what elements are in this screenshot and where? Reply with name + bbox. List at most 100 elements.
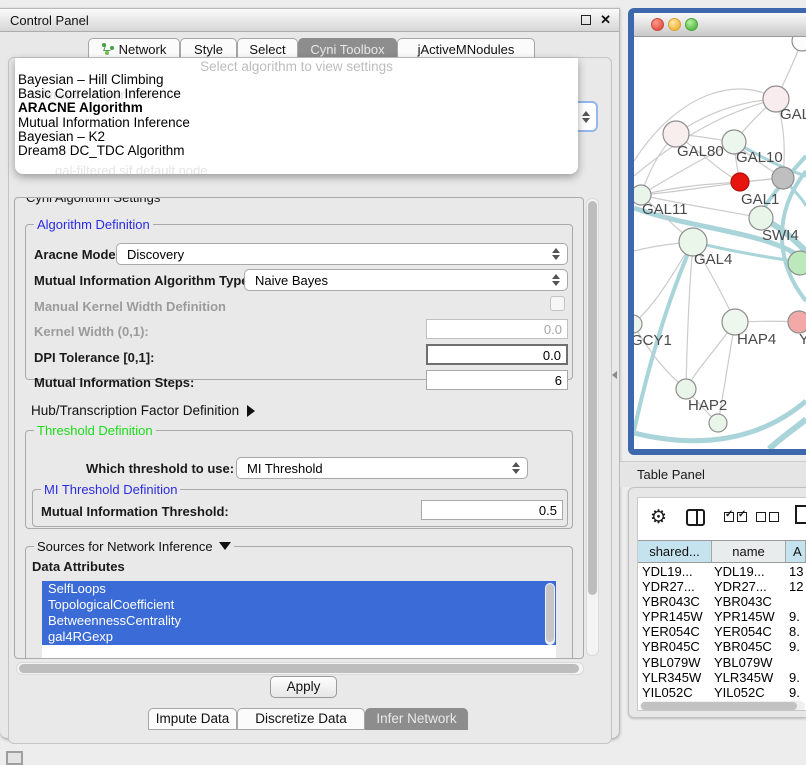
mi-algorithm-type-combo[interactable]: Naive Bayes	[244, 269, 568, 291]
select-all-checkbox-icon-2[interactable]	[737, 512, 747, 522]
cell[interactable]: 12	[786, 579, 806, 594]
which-threshold-combo[interactable]: MI Threshold	[236, 457, 528, 479]
tab-discretize-data-label: Discretize Data	[255, 711, 347, 726]
mi-steps-field[interactable]: 6	[426, 370, 568, 390]
cell[interactable]: YPR145W	[638, 609, 712, 624]
cell[interactable]: YLR345W	[638, 670, 712, 685]
algo-item-aracne[interactable]: ARACNE Algorithm	[18, 101, 574, 115]
close-window-icon[interactable]	[651, 18, 664, 31]
settings-vertical-scrollbar-thumb[interactable]	[588, 201, 597, 595]
table-row[interactable]: YER054CYER054C8.	[638, 624, 806, 639]
tab-infer-network[interactable]: Infer Network	[365, 708, 468, 730]
tab-style[interactable]: Style	[180, 38, 237, 59]
cell[interactable]: YBL079W	[712, 655, 786, 670]
table-panel: ⚙ shared... name A YDL19...YDL19...13 YD…	[628, 487, 806, 718]
deselect-all-checkbox-icon-2[interactable]	[769, 512, 779, 522]
tab-cyni-toolbox[interactable]: Cyni Toolbox	[298, 38, 397, 59]
select-all-checkbox-icon[interactable]	[724, 512, 734, 522]
dpi-tolerance-field[interactable]: 0.0	[426, 344, 568, 365]
column-header-name[interactable]: name	[712, 541, 786, 562]
algo-item-mutual-information[interactable]: Mutual Information Inference	[18, 116, 574, 130]
cell[interactable]: YER054C	[712, 624, 786, 639]
close-icon[interactable]: ✕	[600, 12, 611, 28]
tab-network[interactable]: Network	[88, 38, 180, 59]
attr-item-betweennesscentrality[interactable]: BetweennessCentrality	[42, 613, 556, 629]
kernel-width-field[interactable]: 0.0	[426, 319, 568, 339]
settings-horizontal-scrollbar-thumb[interactable]	[19, 664, 579, 673]
cell[interactable]: YBL079W	[638, 655, 712, 670]
cell[interactable]: YIL052C	[638, 685, 712, 700]
cell[interactable]: YDL19...	[712, 564, 786, 579]
screen: Control Panel ✕ Network Style Select Cyn…	[0, 0, 806, 762]
settings-horizontal-scrollbar[interactable]	[16, 662, 584, 675]
splitter-collapse-icon[interactable]	[612, 371, 617, 379]
apply-button[interactable]: Apply	[270, 676, 337, 698]
cell[interactable]: YPR145W	[712, 609, 786, 624]
tab-discretize-data[interactable]: Discretize Data	[237, 708, 365, 730]
minimized-panel-icon[interactable]	[6, 751, 23, 765]
cell[interactable]: YBR045C	[712, 639, 786, 654]
cell[interactable]: YBR045C	[638, 639, 712, 654]
cell[interactable]: YDL19...	[638, 564, 712, 579]
table-body: YDL19...YDL19...13 YDR27...YDR27...12 YB…	[638, 564, 806, 700]
cell[interactable]	[786, 655, 806, 670]
columns-icon[interactable]	[686, 509, 705, 526]
attr-item-topologicalcoefficient[interactable]: TopologicalCoefficient	[42, 597, 556, 613]
settings-vertical-scrollbar[interactable]	[586, 198, 599, 656]
aracne-mode-combo[interactable]: Discovery	[116, 243, 568, 265]
cell[interactable]	[786, 594, 806, 609]
cell[interactable]: 9.	[786, 639, 806, 654]
gear-icon[interactable]: ⚙	[650, 506, 667, 529]
table-row[interactable]: YDL19...YDL19...13	[638, 564, 806, 579]
table-row[interactable]: YLR345WYLR345W9.	[638, 670, 806, 685]
cell[interactable]: 9.	[786, 685, 806, 700]
deselect-all-checkbox-icon[interactable]	[756, 512, 766, 522]
cell[interactable]: YER054C	[638, 624, 712, 639]
table-horizontal-scrollbar[interactable]	[640, 701, 805, 711]
manual-kernel-width-checkbox[interactable]	[550, 296, 565, 311]
attr-item-selfloops[interactable]: SelfLoops	[42, 581, 556, 597]
cell[interactable]: YDR27...	[712, 579, 786, 594]
network-canvas[interactable]: GAL80 GAL10 GAL1 GAL11 SWI4 GAL4 GCY1 HA…	[634, 37, 806, 449]
table-row[interactable]: YBR045CYBR045C9.	[638, 639, 806, 654]
float-panel-icon[interactable]	[581, 15, 591, 25]
cell[interactable]: 9.	[786, 609, 806, 624]
algo-item-dream8[interactable]: Dream8 DC_TDC Algorithm	[18, 144, 574, 158]
algo-item-basic-correlation[interactable]: Basic Correlation Inference	[18, 87, 574, 101]
table-row[interactable]: YIL052CYIL052C9.	[638, 685, 806, 700]
cell[interactable]: YIL052C	[712, 685, 786, 700]
cell[interactable]: YBR043C	[638, 594, 712, 609]
data-attributes-list[interactable]: SelfLoops TopologicalCoefficient Between…	[42, 581, 556, 659]
attr-list-scrollbar-thumb[interactable]	[546, 584, 554, 642]
table-row[interactable]: YPR145WYPR145W9.	[638, 609, 806, 624]
attr-list-scrollbar[interactable]	[545, 583, 555, 645]
column-header-partial[interactable]: A	[786, 541, 806, 562]
table-row[interactable]: YBR043CYBR043C	[638, 594, 806, 609]
export-table-icon[interactable]	[795, 505, 806, 524]
node-label-hap4: HAP4	[737, 331, 776, 348]
maximize-window-icon[interactable]	[685, 18, 698, 31]
minimize-window-icon[interactable]	[668, 18, 681, 31]
control-panel-title: Control Panel	[10, 13, 89, 28]
combo-arrows-icon	[552, 274, 560, 286]
tab-jactivemnodules[interactable]: jActiveMNodules	[397, 38, 535, 59]
cell[interactable]: YBR043C	[712, 594, 786, 609]
table-horizontal-scrollbar-thumb[interactable]	[641, 702, 797, 710]
table-row[interactable]: YDR27...YDR27...12	[638, 579, 806, 594]
hub-definition-toggle[interactable]: Hub/Transcription Factor Definition	[31, 403, 255, 418]
cell[interactable]: YDR27...	[638, 579, 712, 594]
cell[interactable]: 13	[786, 564, 806, 579]
tab-impute-data[interactable]: Impute Data	[148, 708, 237, 730]
algo-item-bayesian-k2[interactable]: Bayesian – K2	[18, 130, 574, 144]
column-header-shared-name[interactable]: shared...	[638, 541, 712, 562]
algo-item-bayesian-hill-climbing[interactable]: Bayesian – Hill Climbing	[18, 73, 574, 87]
mi-threshold-field[interactable]: 0.5	[421, 500, 563, 520]
network-window-titlebar[interactable]	[634, 13, 806, 37]
tab-select[interactable]: Select	[237, 38, 298, 59]
cell[interactable]: 8.	[786, 624, 806, 639]
table-row[interactable]: YBL079WYBL079W	[638, 655, 806, 670]
cell[interactable]: YLR345W	[712, 670, 786, 685]
cell[interactable]: 9.	[786, 670, 806, 685]
attr-item-gal4rgexp[interactable]: gal4RGexp	[42, 629, 556, 645]
sources-title-wrap[interactable]: Sources for Network Inference	[34, 539, 234, 554]
